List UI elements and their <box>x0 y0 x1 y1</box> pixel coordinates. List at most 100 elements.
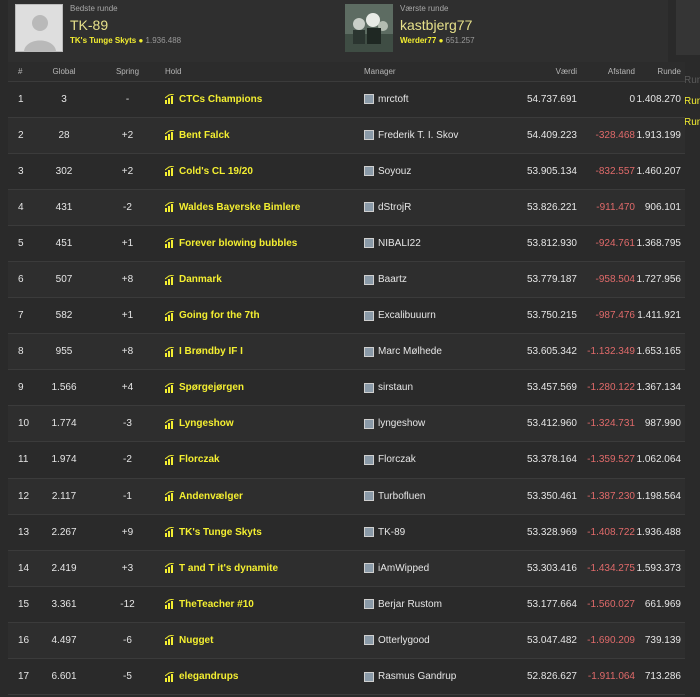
team-link[interactable]: T and T it's dynamite <box>179 563 278 574</box>
manager-link[interactable]: Baartz <box>378 274 407 285</box>
manager-link[interactable]: NIBALI22 <box>378 238 421 249</box>
table-row[interactable]: 14 2.419 +3 T and T it's dynamite iAmWipped 5… <box>8 550 685 587</box>
table-row[interactable]: 4 431 -2 Waldes Bayerske Bimlere dStrojR 53.8… <box>8 189 685 226</box>
side-link-3[interactable]: Run <box>684 117 700 128</box>
col-diff[interactable]: Afstand <box>577 62 635 82</box>
manager-avatar <box>364 346 374 357</box>
cell-rank: 16 <box>8 622 34 660</box>
cell-rank: 10 <box>8 405 34 443</box>
table-row[interactable]: 16 4.497 -6 Nugget Otterlygood 53.047.482 -1.6… <box>8 622 685 660</box>
col-spring[interactable]: Spring <box>94 62 161 82</box>
table-row[interactable]: 17 6.601 -5 elegandrups Rasmus Gandrup 52.826… <box>8 658 685 696</box>
manager-link[interactable]: iAmWipped <box>378 563 429 574</box>
table-row[interactable]: 7 582 +1 Going for the 7th Excalibuuurn 53.75… <box>8 297 685 335</box>
col-value[interactable]: Værdi <box>503 62 577 82</box>
team-link[interactable]: Going for the 7th <box>179 310 260 321</box>
cell-global: 2.267 <box>34 514 94 551</box>
team-link[interactable]: Andenvælger <box>179 491 243 502</box>
col-team[interactable]: Hold <box>161 62 358 82</box>
best-round-card[interactable]: Bedste runde TK-89 TK's Tunge Skyts ● 1.… <box>8 0 338 62</box>
manager-link[interactable]: Rasmus Gandrup <box>378 671 456 682</box>
manager-link[interactable]: Berjar Rustom <box>378 599 442 610</box>
bar-chart-icon <box>165 202 175 213</box>
manager-link[interactable]: sirstaun <box>378 382 413 393</box>
cell-round: 739.139 <box>635 622 685 660</box>
cell-spring: +3 <box>94 550 161 587</box>
manager-link[interactable]: mrctoft <box>378 94 409 105</box>
cell-diff: -832.557 <box>577 153 635 190</box>
cell-team: I Brøndby IF I <box>161 333 358 371</box>
manager-link[interactable]: TK-89 <box>378 527 405 538</box>
team-link[interactable]: Bent Falck <box>179 130 230 141</box>
team-link[interactable]: Cold's CL 19/20 <box>179 166 253 177</box>
cell-global: 507 <box>34 261 94 299</box>
table-row[interactable]: 13 2.267 +9 TK's Tunge Skyts TK-89 53.328.969… <box>8 514 685 551</box>
manager-link[interactable]: Florczak <box>378 454 416 465</box>
team-link[interactable]: TK's Tunge Skyts <box>179 527 262 538</box>
team-link[interactable]: Lyngeshow <box>179 418 234 429</box>
cell-spring: +8 <box>94 333 161 371</box>
side-panel <box>676 0 700 55</box>
table-row[interactable]: 10 1.774 -3 Lyngeshow lyngeshow 53.412.960 -1.… <box>8 405 685 443</box>
bar-chart-icon <box>165 491 175 502</box>
table-row[interactable]: 1 3- CTCs Champions mrctoft 54.737.691 0 1.408… <box>8 81 685 118</box>
manager-avatar <box>364 527 374 538</box>
manager-link[interactable]: Excalibuuurn <box>378 310 436 321</box>
table-row[interactable]: 3 302 +2 Cold's CL 19/20 Soyouz 53.905.134 -83… <box>8 153 685 190</box>
best-round-team[interactable]: TK's Tunge Skyts <box>70 36 136 45</box>
team-link[interactable]: elegandrups <box>179 671 238 682</box>
cell-manager: Florczak <box>358 441 503 479</box>
best-round-manager[interactable]: TK-89 <box>70 17 108 33</box>
cell-manager: Otterlygood <box>358 622 503 660</box>
team-link[interactable]: Spørgejørgen <box>179 382 244 393</box>
manager-link[interactable]: Frederik T. I. Skov <box>378 130 458 141</box>
cell-spring: +2 <box>94 153 161 190</box>
col-round[interactable]: Runde <box>635 62 685 82</box>
side-link-2[interactable]: Run <box>684 96 700 107</box>
team-link[interactable]: TheTeacher #10 <box>179 599 254 610</box>
cell-team: Spørgejørgen <box>161 369 358 407</box>
cell-global: 1.774 <box>34 405 94 443</box>
cell-diff: -328.468 <box>577 117 635 154</box>
col-global[interactable]: Global <box>34 62 94 82</box>
worst-round-avatar <box>345 4 393 52</box>
table-row[interactable]: 11 1.974 -2 Florczak Florczak 53.378.164 -1.35… <box>8 441 685 479</box>
manager-avatar <box>364 563 374 574</box>
cell-round: 987.990 <box>635 405 685 443</box>
col-manager[interactable]: Manager <box>358 62 503 82</box>
table-row[interactable]: 12 2.117 -1 Andenvælger Turbofluen 53.350.461… <box>8 478 685 515</box>
standings-table: # Global Spring Hold Manager Værdi Afsta… <box>8 62 685 696</box>
manager-avatar <box>364 418 374 429</box>
worst-round-card[interactable]: Værste runde kastbjerg77 Werder77 ● 651.… <box>338 0 668 62</box>
manager-link[interactable]: Turbofluen <box>378 491 425 502</box>
table-row[interactable]: 15 3.361 -12 TheTeacher #10 Berjar Rustom 53.… <box>8 586 685 623</box>
team-link[interactable]: Forever blowing bubbles <box>179 238 297 249</box>
table-row[interactable]: 8 955 +8 I Brøndby IF I Marc Mølhede 53.605.3… <box>8 333 685 371</box>
table-row[interactable]: 9 1.566 +4 Spørgejørgen sirstaun 53.457.569 -1… <box>8 369 685 407</box>
table-row[interactable]: 5 451 +1 Forever blowing bubbles NIBALI22 53.… <box>8 225 685 262</box>
cell-rank: 4 <box>8 189 34 226</box>
worst-round-team[interactable]: Werder77 <box>400 36 436 45</box>
team-link[interactable]: Danmark <box>179 274 222 285</box>
team-link[interactable]: I Brøndby IF I <box>179 346 243 357</box>
team-link[interactable]: Florczak <box>179 454 220 465</box>
col-rank[interactable]: # <box>8 62 34 82</box>
worst-round-manager[interactable]: kastbjerg77 <box>400 17 472 33</box>
manager-link[interactable]: Soyouz <box>378 166 411 177</box>
manager-link[interactable]: Marc Mølhede <box>378 346 442 357</box>
manager-link[interactable]: Otterlygood <box>378 635 430 646</box>
manager-link[interactable]: lyngeshow <box>378 418 425 429</box>
cell-rank: 7 <box>8 297 34 335</box>
bar-chart-icon <box>165 94 175 105</box>
cell-manager: dStrojR <box>358 189 503 226</box>
team-link[interactable]: CTCs Champions <box>179 94 262 105</box>
team-link[interactable]: Nugget <box>179 635 213 646</box>
table-row[interactable]: 6 507 +8 Danmark Baartz 53.779.187 -958.504 1.7… <box>8 261 685 299</box>
team-link[interactable]: Waldes Bayerske Bimlere <box>179 202 300 213</box>
table-row[interactable]: 2 28 +2 Bent Falck Frederik T. I. Skov 54.409… <box>8 117 685 154</box>
side-label-1: Run <box>684 75 700 86</box>
manager-avatar <box>364 635 374 646</box>
manager-link[interactable]: dStrojR <box>378 202 411 213</box>
manager-avatar <box>364 202 374 213</box>
bar-chart-icon <box>165 454 175 465</box>
